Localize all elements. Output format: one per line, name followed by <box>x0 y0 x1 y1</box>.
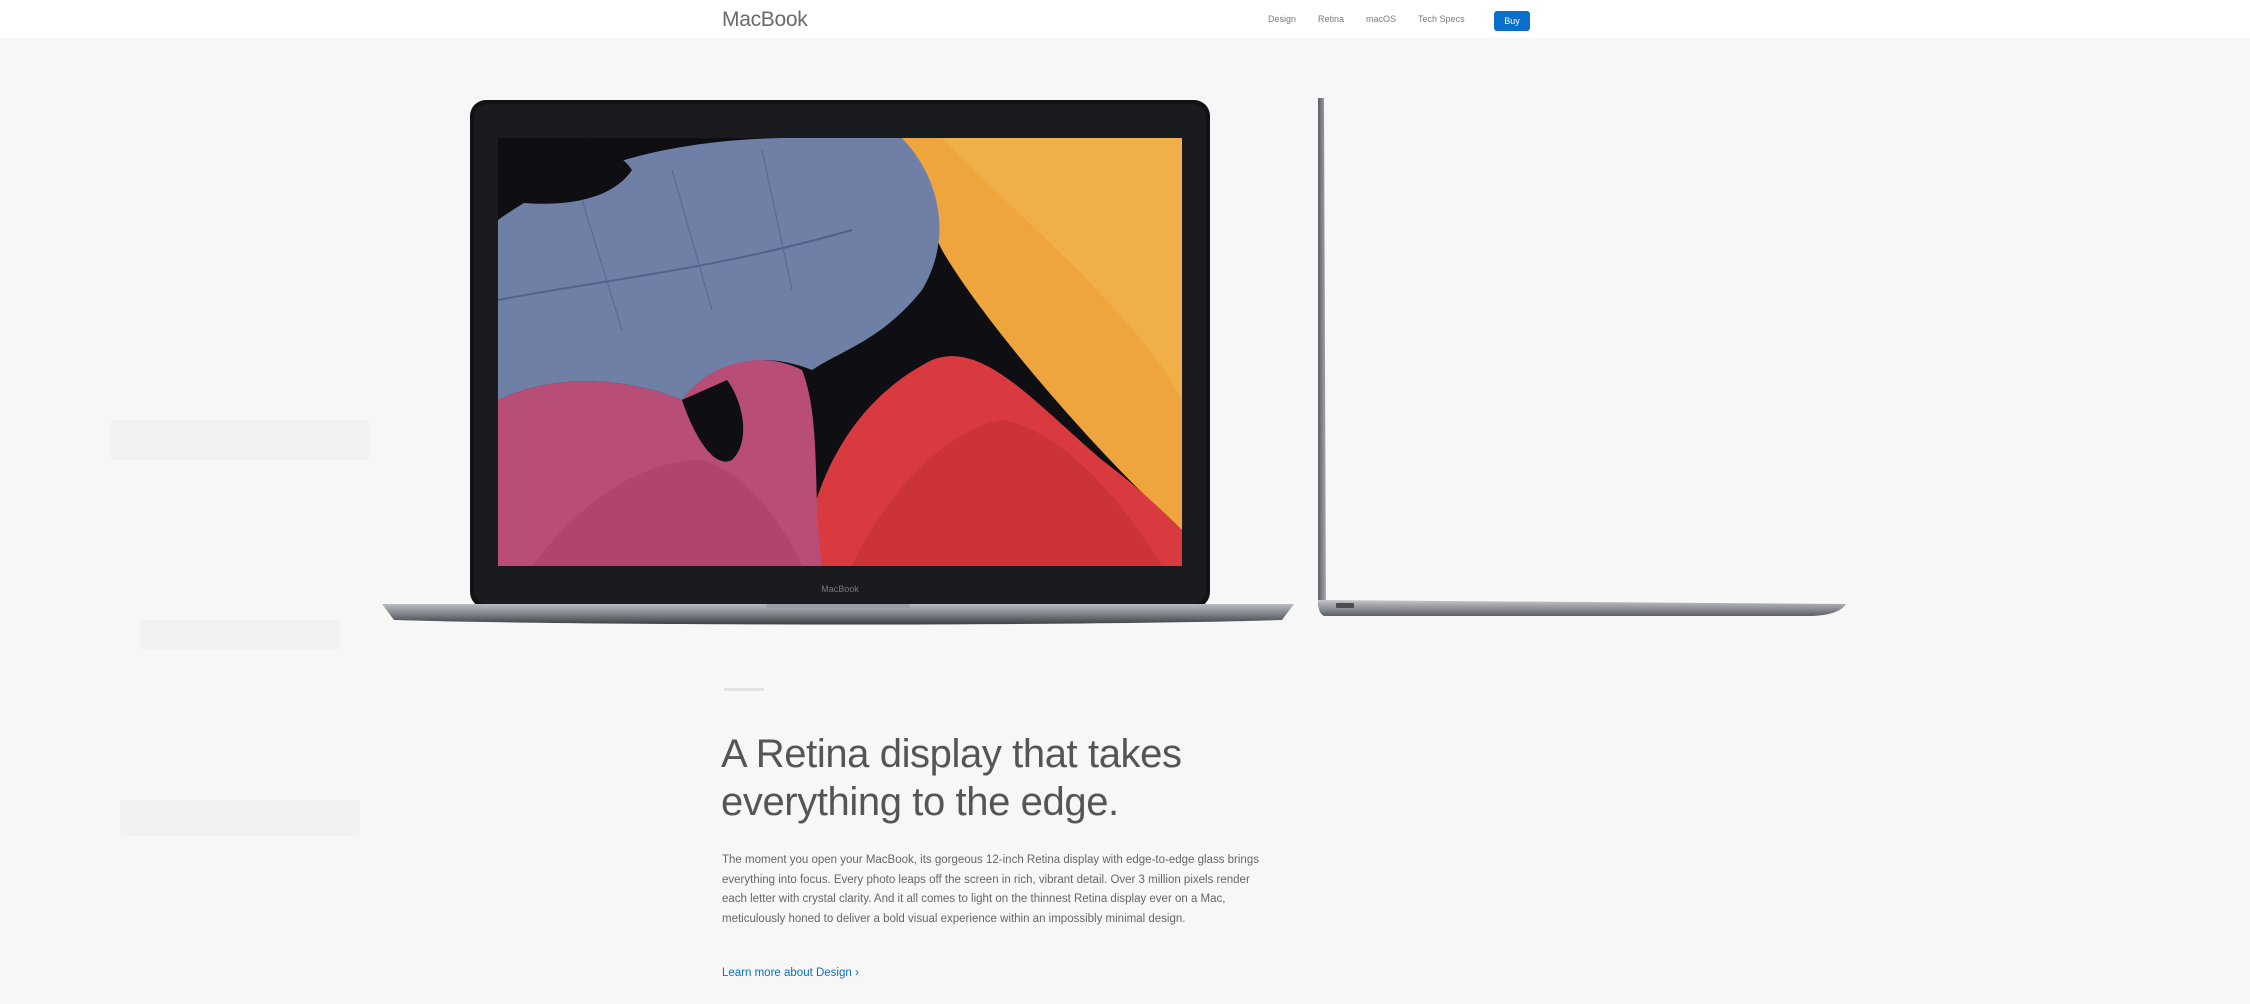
learn-more-design-link[interactable]: Learn more about Design › <box>722 967 859 979</box>
background-texture <box>120 800 360 836</box>
nav-links: Design Retina macOS Tech Specs <box>1268 14 1465 24</box>
nav-link-tech-specs[interactable]: Tech Specs <box>1418 14 1465 24</box>
nav-brand[interactable]: MacBook <box>722 8 808 32</box>
top-nav: MacBook Design Retina macOS Tech Specs B… <box>0 0 2250 38</box>
nav-link-design[interactable]: Design <box>1268 14 1296 24</box>
macbook-front-image: MacBook <box>382 100 1294 625</box>
macbook-side-image <box>1318 98 1846 616</box>
buy-button[interactable]: Buy <box>1494 11 1530 31</box>
headline-line-2: everything to the edge. <box>721 780 1119 824</box>
section-divider <box>724 688 764 691</box>
background-texture <box>110 420 370 460</box>
page: MacBook Design Retina macOS Tech Specs B… <box>0 0 2250 1004</box>
nav-link-retina[interactable]: Retina <box>1318 14 1344 24</box>
nav-link-macos[interactable]: macOS <box>1366 14 1396 24</box>
section-headline: A Retina display that takes everything t… <box>721 730 1241 826</box>
headline-line-1: A Retina display that takes <box>721 732 1182 776</box>
section-body: The moment you open your MacBook, its go… <box>722 854 1259 925</box>
laptop-logo-text: MacBook <box>821 584 859 594</box>
wallpaper <box>498 138 1182 566</box>
background-texture <box>140 620 340 650</box>
